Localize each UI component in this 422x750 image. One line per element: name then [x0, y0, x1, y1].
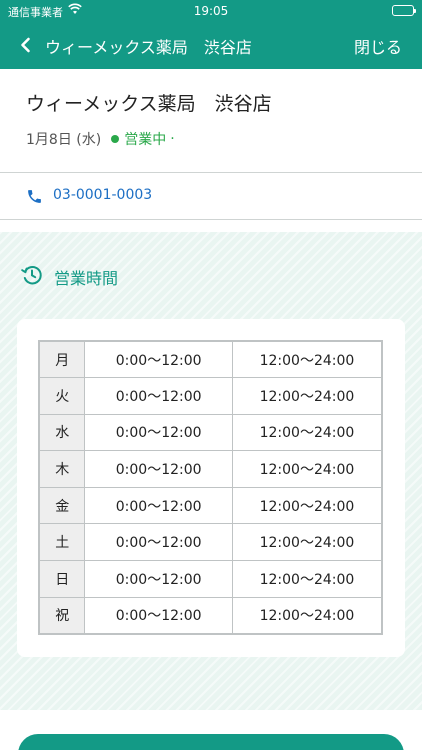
store-name: ウィーメックス薬局 渋谷店 — [26, 93, 272, 115]
table-row: 土 0:00～12:00 12:00～24:00 — [38, 523, 383, 562]
day-cell: 祝 — [38, 596, 86, 635]
clock-time: 19:05 — [193, 4, 229, 18]
table-row: 金 0:00～12:00 12:00～24:00 — [38, 486, 383, 525]
current-date: 1月8日 (水) — [26, 132, 102, 148]
day-cell: 土 — [38, 523, 86, 562]
navigation-bar: ウィーメックス薬局 渋谷店 閉じる — [0, 22, 422, 69]
afternoon-hours-cell: 12:00～24:00 — [231, 486, 383, 525]
store-meta: 1月8日 (水) 営業中 · — [26, 129, 175, 149]
business-hours-section: 営業時間 月 0:00～12:00 12:00～24:00 火 0:00～12:… — [0, 232, 422, 710]
afternoon-hours-cell: 12:00～24:00 — [231, 596, 383, 635]
morning-hours-cell: 0:00～12:00 — [84, 377, 233, 415]
day-cell: 金 — [38, 486, 86, 525]
afternoon-hours-cell: 12:00～24:00 — [231, 377, 383, 415]
afternoon-hours-cell: 12:00～24:00 — [231, 523, 383, 562]
store-header: ウィーメックス薬局 渋谷店 1月8日 (水) 営業中 · — [0, 69, 422, 173]
morning-hours-cell: 0:00～12:00 — [84, 596, 233, 635]
hours-heading: 営業時間 — [54, 269, 119, 288]
open-status-dot-icon — [111, 135, 120, 143]
phone-number-link[interactable]: 03-0001-0003 — [53, 187, 152, 203]
table-row: 日 0:00～12:00 12:00～24:00 — [38, 560, 383, 598]
table-row: 祝 0:00～12:00 12:00～24:00 — [38, 596, 383, 635]
close-button[interactable]: 閉じる — [354, 34, 402, 58]
afternoon-hours-cell: 12:00～24:00 — [231, 450, 383, 488]
day-cell: 火 — [38, 377, 86, 415]
hours-card: 月 0:00～12:00 12:00～24:00 火 0:00～12:00 12… — [17, 319, 405, 657]
phone-icon — [28, 190, 41, 203]
hours-table: 月 0:00～12:00 12:00～24:00 火 0:00～12:00 12… — [38, 340, 383, 635]
morning-hours-cell: 0:00～12:00 — [84, 450, 233, 488]
open-status: 営業中 — [124, 132, 167, 148]
nav-title: ウィーメックス薬局 渋谷店 — [45, 38, 252, 57]
morning-hours-cell: 0:00～12:00 — [84, 486, 233, 525]
phone-row[interactable]: 03-0001-0003 — [0, 173, 422, 220]
afternoon-hours-cell: 12:00～24:00 — [231, 560, 383, 598]
status-bar: 通信事業者 19:05 — [0, 0, 422, 22]
day-cell: 木 — [38, 450, 86, 488]
chevron-left-icon[interactable] — [16, 35, 36, 55]
morning-hours-cell: 0:00～12:00 — [84, 413, 233, 452]
bottom-action-area — [0, 710, 422, 750]
morning-hours-cell: 0:00～12:00 — [84, 523, 233, 562]
table-row: 水 0:00～12:00 12:00～24:00 — [38, 413, 383, 452]
open-status-suffix: · — [170, 131, 175, 147]
history-icon — [21, 266, 42, 285]
afternoon-hours-cell: 12:00～24:00 — [231, 413, 383, 452]
bottom-action-button[interactable] — [18, 734, 404, 750]
afternoon-hours-cell: 12:00～24:00 — [231, 340, 383, 379]
day-cell: 水 — [38, 413, 86, 452]
table-row: 月 0:00～12:00 12:00～24:00 — [38, 340, 383, 379]
table-row: 木 0:00～12:00 12:00～24:00 — [38, 450, 383, 488]
morning-hours-cell: 0:00～12:00 — [84, 560, 233, 598]
day-cell: 日 — [38, 560, 86, 598]
morning-hours-cell: 0:00～12:00 — [84, 340, 233, 379]
table-row: 火 0:00～12:00 12:00～24:00 — [38, 377, 383, 415]
day-cell: 月 — [38, 340, 86, 379]
battery-icon — [392, 5, 416, 16]
